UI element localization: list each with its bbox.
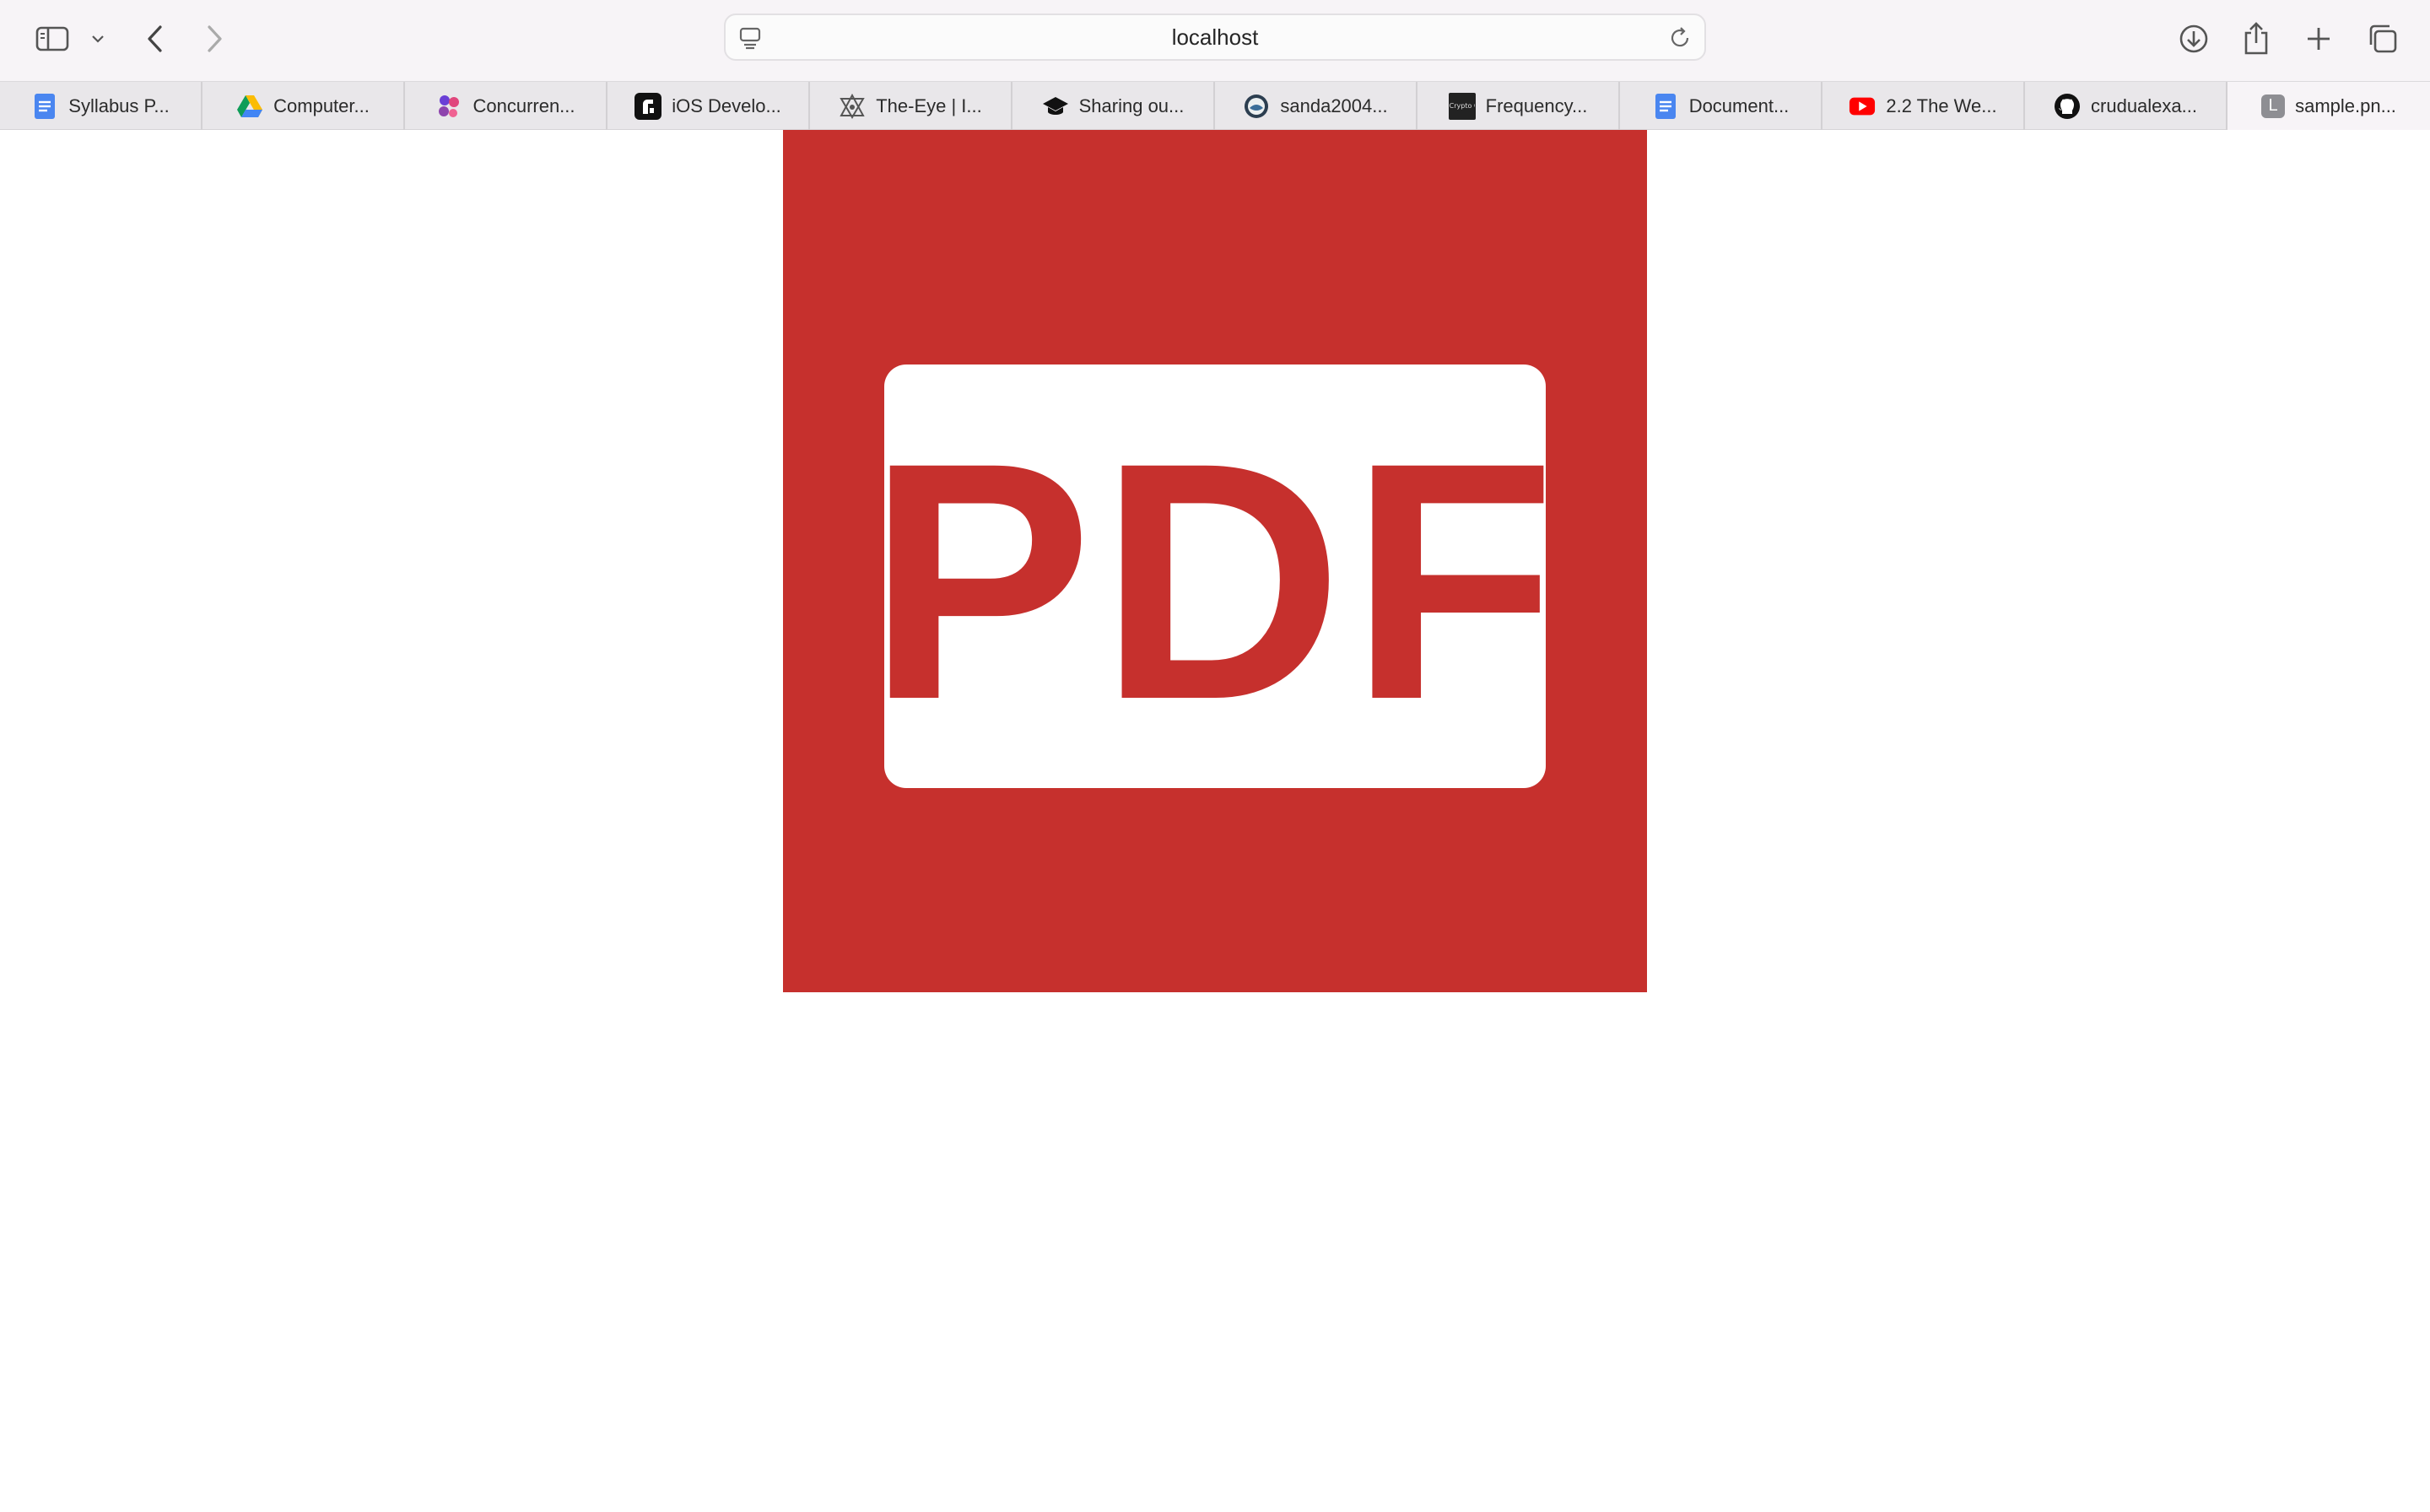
downloads-button[interactable] [2170,15,2217,62]
page-content: PDF [0,130,2430,1512]
chevron-right-icon [208,25,222,52]
google-drive-icon [236,93,263,120]
sidebar-icon [35,26,69,51]
new-tab-button[interactable] [2295,15,2342,62]
chevron-down-icon [92,35,104,43]
youtube-icon [1849,93,1876,120]
graduation-cap-icon [1042,93,1069,120]
tab-youtube[interactable]: 2.2 The We... [1822,82,2025,130]
tab-overview-button[interactable] [2359,15,2406,62]
tab-syllabus[interactable]: Syllabus P... [0,82,202,130]
sidebar-toggle-button[interactable] [29,15,76,62]
tab-label: sanda2004... [1280,94,1388,116]
tab-label: Frequency... [1485,94,1588,116]
address-bar[interactable]: localhost [724,14,1706,61]
site-icon: Crypto Corner [1448,92,1476,120]
download-icon [2179,24,2208,53]
github-icon [2054,93,2081,120]
sidebar-menu-button[interactable] [84,15,111,62]
globe-icon [1243,93,1270,120]
tab-label: Syllabus P... [68,94,170,116]
tab-github[interactable]: crudualexa... [2025,82,2228,130]
tabs-overview-icon [2369,24,2397,53]
letter-icon: L [2261,94,2286,118]
tab-label: iOS Develo... [672,94,781,116]
tab-label: Computer... [273,94,370,116]
url-text: localhost [1171,24,1259,50]
google-docs-icon [1652,93,1679,120]
share-icon [2244,22,2268,55]
tab-the-eye[interactable]: The-Eye | I... [810,82,1012,130]
app-icon [435,93,462,120]
reload-icon[interactable] [1667,25,1693,51]
tab-bar: Syllabus P... Computer... Concurren... i… [0,81,2430,130]
eye-logo-icon [839,93,866,120]
browser-toolbar: localhost [0,0,2430,81]
tab-label: crudualexa... [2091,94,2197,116]
tab-ios-development[interactable]: iOS Develo... [608,82,810,130]
tab-sample-png[interactable]: L sample.pn... [2228,82,2430,130]
back-button[interactable] [132,15,179,62]
tab-label: 2.2 The We... [1886,94,1997,116]
tab-frequency[interactable]: Crypto Corner Frequency... [1418,82,1620,130]
forward-button[interactable] [191,15,238,62]
tab-computer[interactable]: Computer... [202,82,405,130]
tab-document[interactable]: Document... [1620,82,1822,130]
tab-label: Document... [1688,94,1790,116]
pdf-logo-image: PDF [783,130,1647,992]
chevron-left-icon [148,25,162,52]
share-button[interactable] [2233,15,2280,62]
tab-label: sample.pn... [2295,94,2396,116]
pdf-logo-card: PDF [867,364,1563,788]
plus-icon [2308,28,2330,50]
tab-sanda2004[interactable]: sanda2004... [1215,82,1418,130]
tab-label: Sharing ou... [1078,94,1185,116]
tab-label: Concurren... [472,94,575,116]
page-settings-icon[interactable] [737,25,763,51]
tab-sharing[interactable]: Sharing ou... [1012,82,1215,130]
google-docs-icon [31,93,58,120]
app-icon [634,92,662,120]
tab-concurrency[interactable]: Concurren... [405,82,608,130]
tab-label: The-Eye | I... [876,94,982,116]
pdf-logo-text: PDF [867,392,1563,770]
